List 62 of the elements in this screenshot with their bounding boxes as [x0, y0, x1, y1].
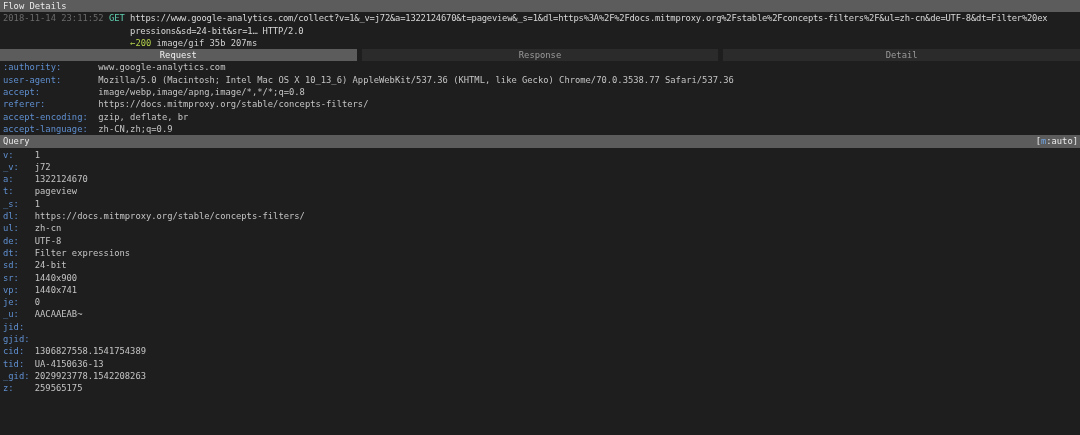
- panel-title: Flow Details: [3, 0, 67, 13]
- param-value: UTF-8: [34, 234, 63, 247]
- param-value: 1440x900: [34, 271, 79, 284]
- param-name: cid:: [3, 345, 26, 358]
- request-url: pressions&sd=24-bit&sr=1… HTTP/2.0: [130, 24, 305, 37]
- param-name: tid:: [3, 357, 26, 370]
- response-summary: image/gif 35b 207ms: [156, 37, 258, 48]
- header-value: gzip, deflate, br: [98, 110, 190, 123]
- header-value: www.google-analytics.com: [98, 61, 227, 74]
- param-value: https://docs.mitmproxy.org/stable/concepts-filters/: [34, 210, 306, 223]
- header-name: accept-encoding:: [3, 110, 89, 123]
- header-name: :authority:: [3, 61, 63, 74]
- status-code: ←200: [130, 37, 152, 48]
- param-name: a:: [3, 173, 15, 186]
- param-name: jid:: [3, 320, 26, 333]
- param-value: 1306827558.1541754389: [34, 345, 147, 358]
- param-name: sd:: [3, 259, 20, 272]
- param-value: 1: [34, 197, 42, 211]
- param-name: dt:: [3, 246, 20, 260]
- tab[interactable]: Request: [0, 49, 357, 62]
- param-name: z:: [3, 382, 15, 395]
- param-value: 0: [34, 296, 42, 309]
- request-url: https://www.google-analytics.com/collect?v=1&_v=j72&a=1322124670&t=pageview&_s=1&dl=https%3A%2F%2Fdocs.mitmproxy.org%2Fstable%2Fconcepts-filters%2F&ul=zh-cn&de=UTF-8&dt=Filter%20ex: [130, 12, 1049, 25]
- section-title: Query: [3, 135, 30, 148]
- tab[interactable]: Response: [361, 49, 719, 62]
- param-value: AACAAEAB~: [34, 308, 84, 321]
- header-value: https://docs.mitmproxy.org/stable/concepts-filters/: [98, 98, 370, 111]
- header-name: referer:: [3, 98, 47, 111]
- header-value: Mozilla/5.0 (Macintosh; Intel Mac OS X 10_13_6) AppleWebKit/537.36 (KHTML, like Gecko) Chrome/70.0.3538.77 Safari/537.36: [98, 73, 735, 87]
- param-value: j72: [34, 160, 52, 174]
- param-value: 24-bit: [34, 259, 68, 272]
- param-value: pageview: [34, 185, 79, 198]
- param-value: zh-cn: [34, 222, 63, 235]
- flow-timestamp: 2018-11-14 23:11:52: [3, 12, 104, 25]
- param-name: _s:: [3, 197, 20, 211]
- param-name: dl:: [3, 210, 20, 223]
- param-value: 1: [34, 148, 42, 161]
- header-name: user-agent:: [3, 73, 63, 87]
- header-value: zh-CN,zh;q=0.9: [98, 122, 174, 136]
- header-name: accept-language:: [3, 122, 89, 136]
- param-name: v:: [3, 148, 15, 161]
- tab[interactable]: Detail: [723, 49, 1080, 62]
- param-value: 1440x741: [34, 283, 79, 297]
- param-name: t:: [3, 185, 15, 198]
- param-name: ul:: [3, 222, 20, 235]
- http-method: GET: [108, 12, 125, 25]
- param-value: 259565175: [34, 382, 84, 395]
- param-name: je:: [3, 296, 20, 309]
- param-name: _gid:: [3, 369, 31, 383]
- header-name: accept:: [3, 86, 42, 99]
- param-name: _u:: [3, 308, 20, 321]
- param-name: _v:: [3, 160, 20, 174]
- view-mode-indicator[interactable]: [m:auto]: [1035, 135, 1078, 148]
- param-name: sr:: [3, 271, 20, 284]
- header-value: image/webp,image/apng,image/*,*/*;q=0.8: [98, 86, 306, 99]
- param-name: de:: [3, 234, 20, 247]
- param-name: gjid:: [3, 333, 31, 346]
- param-value: 2029923778.1542208263: [34, 369, 147, 383]
- param-value: Filter expressions: [34, 246, 132, 260]
- param-name: vp:: [3, 283, 20, 297]
- param-value: UA-4150636-13: [34, 357, 105, 370]
- param-value: 1322124670: [34, 173, 89, 186]
